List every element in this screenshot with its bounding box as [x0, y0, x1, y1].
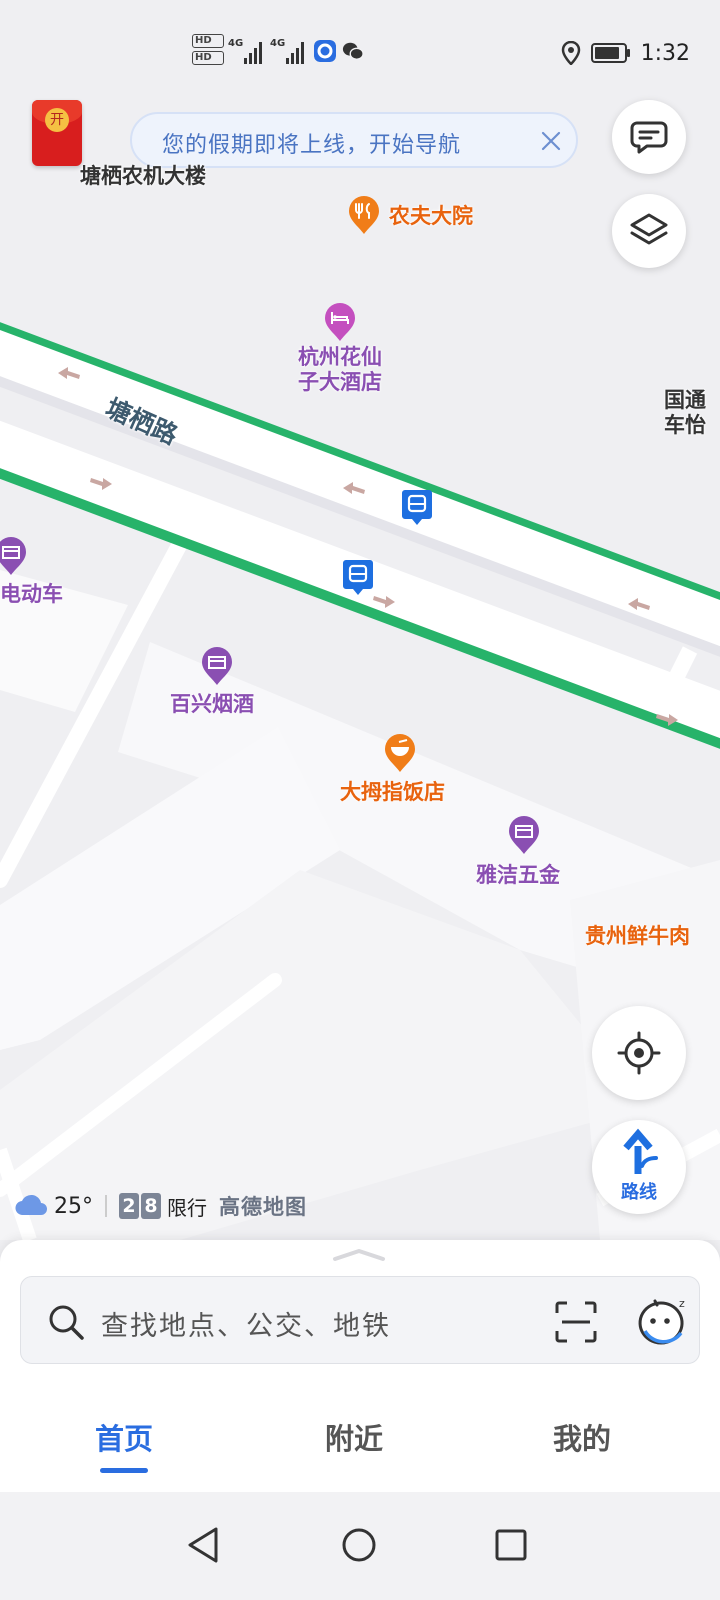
close-icon[interactable]	[536, 126, 566, 156]
brand-logo: 高德地图	[219, 1195, 307, 1219]
route-button[interactable]: 路线	[592, 1120, 686, 1214]
shop-icon[interactable]	[0, 536, 28, 576]
status-bar: HD HD 4G 4G 1:32	[0, 0, 720, 90]
red-packet-label: 开	[45, 108, 69, 132]
layers-icon	[630, 213, 668, 245]
shop-icon[interactable]	[507, 815, 541, 855]
back-icon[interactable]	[180, 1520, 230, 1570]
shop-icon[interactable]	[200, 646, 234, 686]
poi-label[interactable]: 贵州鲜牛肉	[585, 920, 720, 950]
app-icon	[314, 40, 336, 62]
layers-button[interactable]	[612, 194, 686, 268]
bottom-sheet: 查找地点、公交、地铁 z	[0, 1240, 720, 1392]
message-button[interactable]	[612, 100, 686, 174]
tab-active-indicator	[100, 1468, 148, 1473]
divider	[105, 1195, 107, 1217]
signal-strength-icon	[244, 40, 266, 64]
scan-icon[interactable]	[553, 1299, 599, 1345]
restaurant-icon[interactable]	[347, 195, 381, 235]
hotel-icon[interactable]	[323, 302, 357, 342]
banner-text: 您的假期即将上线，开始导航	[162, 133, 462, 158]
search-icon	[49, 1305, 84, 1340]
temperature: 25°	[54, 1193, 93, 1219]
locate-button[interactable]	[592, 1006, 686, 1100]
hd-badge-2: HD	[192, 51, 224, 65]
poi-label[interactable]: 国通车怡	[664, 388, 720, 438]
cloud-icon	[15, 1194, 47, 1216]
traffic-limit-label[interactable]: 限行	[167, 1192, 207, 1221]
recents-icon[interactable]	[486, 1520, 536, 1570]
route-icon	[623, 1128, 658, 1174]
plate-digit-1: 2	[119, 1193, 139, 1219]
hd-indicator: HD HD	[192, 34, 226, 68]
signal-strength-icon	[286, 40, 308, 64]
route-label: 路线	[621, 1182, 657, 1203]
poi-label[interactable]: 塘栖农机大楼	[80, 160, 206, 190]
poi-label[interactable]: 杭州花仙子大酒店	[290, 345, 390, 395]
home-icon[interactable]	[334, 1520, 384, 1570]
clock: 1:32	[640, 40, 690, 66]
red-packet-icon[interactable]: 开	[32, 100, 82, 166]
poi-label[interactable]: 大拇指饭店	[340, 776, 445, 806]
poi-label[interactable]: 百兴烟酒	[170, 688, 254, 718]
map-info-bar: 25° 2 8 限行 高德地图	[14, 1188, 307, 1224]
network-type-2: 4G	[270, 38, 286, 49]
tab-bar: 首页 附近 我的	[0, 1392, 720, 1492]
message-icon	[630, 121, 668, 154]
restaurant-icon[interactable]	[383, 733, 417, 773]
tab-mine[interactable]: 我的	[502, 1416, 662, 1458]
drag-handle-icon[interactable]	[332, 1248, 386, 1262]
search-bar[interactable]: 查找地点、公交、地铁 z	[20, 1276, 700, 1364]
hd-badge-1: HD	[192, 34, 224, 48]
wechat-icon	[342, 42, 364, 60]
bus-stop-icon[interactable]	[401, 488, 433, 526]
tab-home[interactable]: 首页	[44, 1416, 204, 1458]
svg-text:z: z	[679, 1297, 685, 1310]
tab-nearby[interactable]: 附近	[274, 1416, 434, 1458]
bus-stop-icon[interactable]	[342, 558, 374, 596]
voice-assistant-icon[interactable]: z	[631, 1293, 691, 1351]
network-type-1: 4G	[228, 38, 244, 49]
poi-label[interactable]: 雅洁五金	[476, 859, 560, 889]
location-icon	[561, 41, 580, 65]
locate-icon	[617, 1031, 661, 1075]
poi-label[interactable]: 电动车	[0, 578, 63, 608]
poi-label[interactable]: 农夫大院	[389, 200, 473, 230]
search-input[interactable]: 查找地点、公交、地铁	[101, 1304, 391, 1343]
battery-icon	[590, 43, 630, 63]
system-nav-bar	[0, 1492, 720, 1600]
plate-digit-2: 8	[141, 1193, 161, 1219]
